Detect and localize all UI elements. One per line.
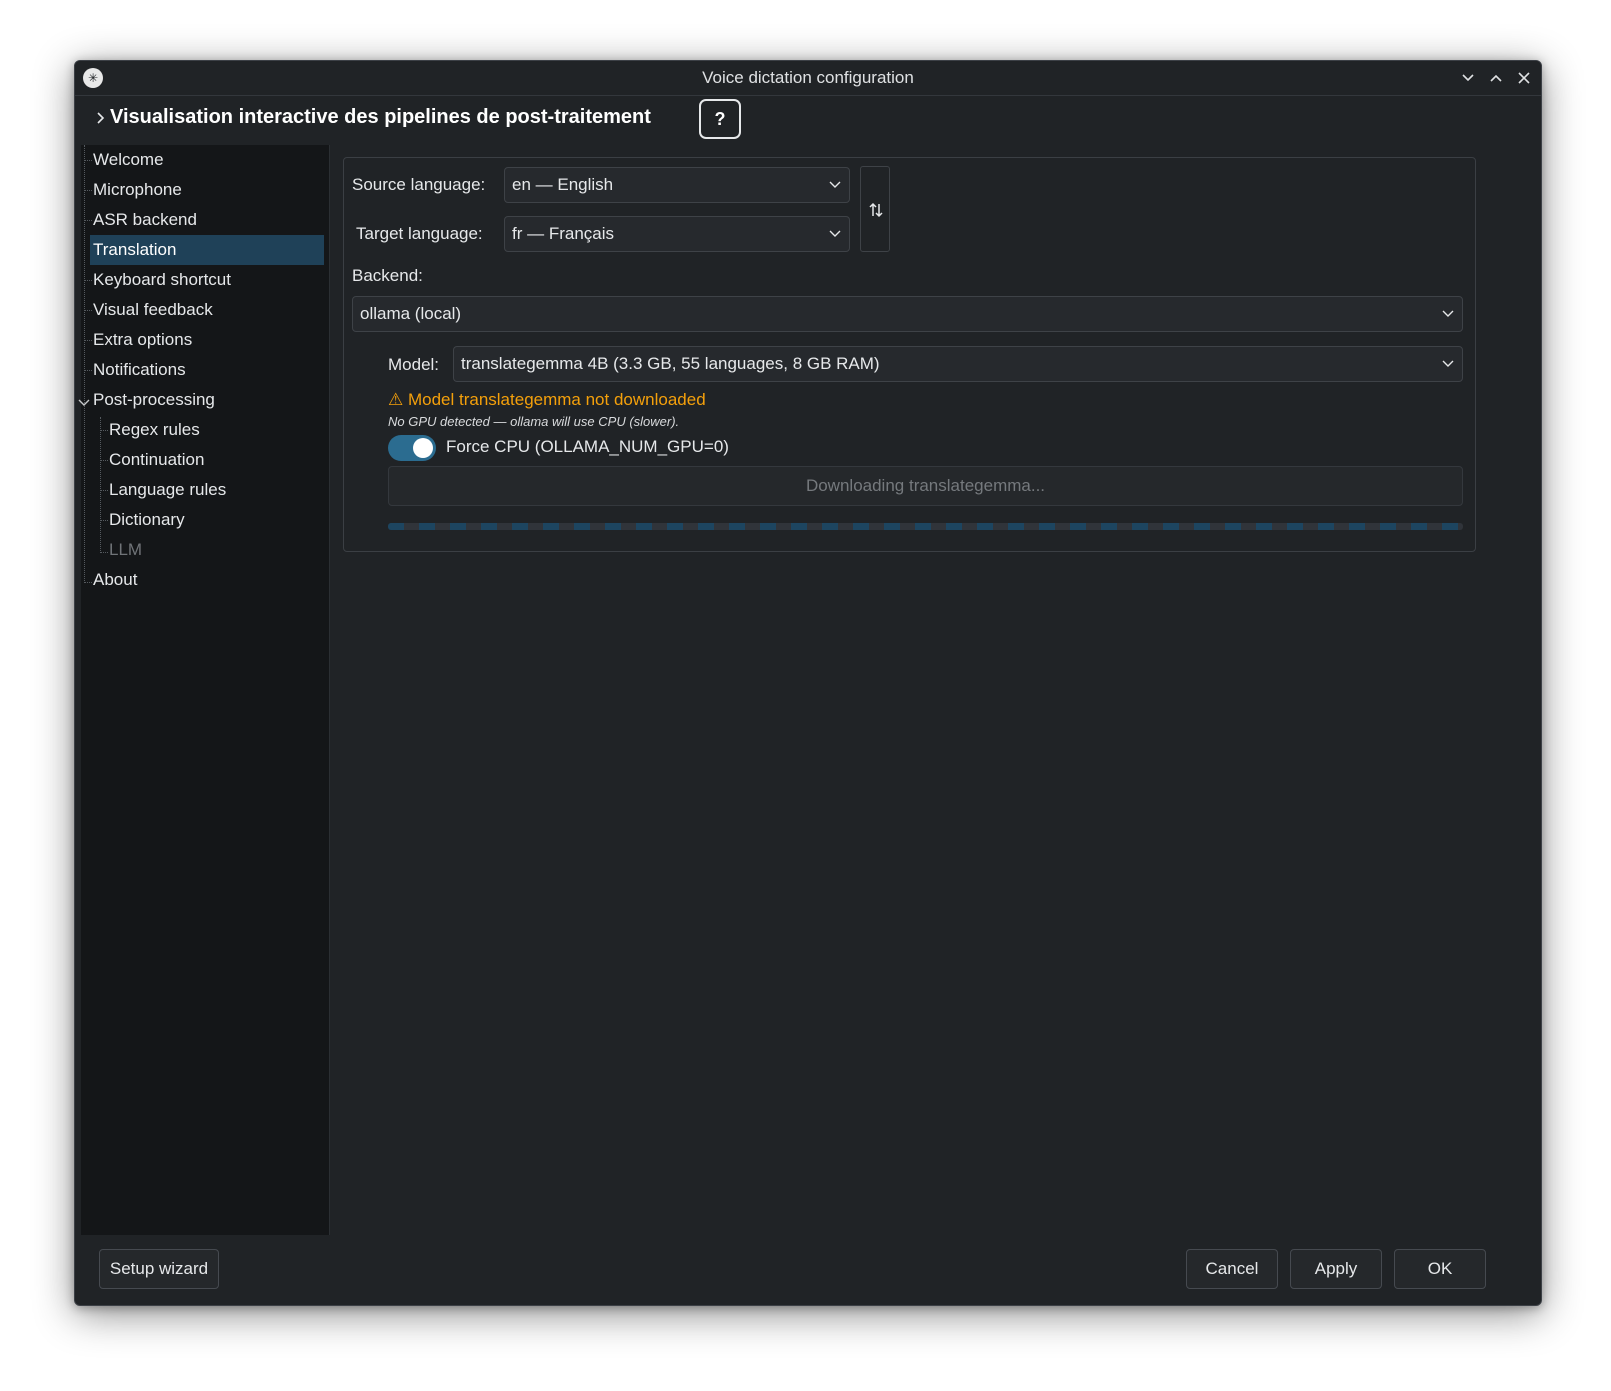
settings-sidebar: Welcome Microphone ASR backend Translati…: [78, 145, 330, 1235]
pipeline-banner: Visualisation interactive des pipelines …: [75, 95, 1541, 145]
sidebar-item-language-rules[interactable]: Language rules: [109, 475, 329, 505]
close-icon[interactable]: [1513, 67, 1535, 89]
window-title: Voice dictation configuration: [702, 68, 914, 87]
swap-languages-button[interactable]: [860, 166, 890, 252]
sidebar-item-notifications[interactable]: Notifications: [93, 355, 329, 385]
source-language-select[interactable]: en — English: [504, 167, 850, 203]
backend-value: ollama (local): [360, 304, 462, 323]
tree-tick: [84, 160, 92, 161]
chevron-down-icon: [829, 181, 841, 188]
chevron-right-icon[interactable]: [93, 109, 107, 127]
sidebar-item-regex-rules[interactable]: Regex rules: [109, 415, 329, 445]
tree-tick: [100, 460, 108, 461]
tree-tick: [84, 190, 92, 191]
tree-tick: [84, 280, 92, 281]
model-not-downloaded-warning: ⚠ Model translategemma not downloaded: [388, 390, 706, 409]
sidebar-item-llm: LLM: [109, 540, 143, 559]
tree-tick: [100, 552, 108, 553]
setup-wizard-button[interactable]: Setup wizard: [99, 1249, 219, 1289]
tree-line: [84, 145, 85, 583]
cancel-button[interactable]: Cancel: [1186, 1249, 1278, 1289]
target-language-select[interactable]: fr — Français: [504, 216, 850, 252]
sidebar-item-dictionary[interactable]: Dictionary: [109, 505, 329, 535]
sidebar-item-visual-feedback[interactable]: Visual feedback: [93, 295, 329, 325]
dialog-footer: Setup wizard Cancel Apply OK: [75, 1235, 1541, 1305]
title-bar[interactable]: ✳ Voice dictation configuration: [75, 61, 1541, 96]
force-cpu-label[interactable]: Force CPU (OLLAMA_NUM_GPU=0): [446, 437, 729, 457]
sidebar-item-translation[interactable]: Translation: [90, 235, 324, 265]
gpu-note: No GPU detected — ollama will use CPU (s…: [388, 414, 680, 429]
source-language-value: en — English: [512, 175, 614, 194]
tree-tick: [84, 340, 92, 341]
config-window: ✳ Voice dictation configuration Visualis…: [74, 60, 1542, 1306]
chevron-down-icon: [829, 230, 841, 237]
chevron-down-icon: [1442, 310, 1454, 317]
tree-tick: [100, 430, 108, 431]
download-model-button: Downloading translategemma...: [388, 466, 1463, 506]
apply-button[interactable]: Apply: [1290, 1249, 1382, 1289]
tree-line: [100, 417, 101, 553]
sidebar-item-continuation[interactable]: Continuation: [109, 445, 329, 475]
translation-group: Source language: en — English Target lan…: [343, 157, 1476, 552]
help-button[interactable]: ?: [699, 99, 741, 139]
minimize-icon[interactable]: [1457, 67, 1479, 89]
tree-tick: [84, 582, 92, 583]
tree-tick: [84, 310, 92, 311]
translation-page: Source language: en — English Target lan…: [331, 145, 1541, 1235]
tree-tick: [100, 520, 108, 521]
ok-button[interactable]: OK: [1394, 1249, 1486, 1289]
chevron-down-icon[interactable]: [77, 396, 91, 410]
backend-label: Backend:: [352, 266, 423, 285]
sidebar-item-about[interactable]: About: [93, 565, 329, 595]
sidebar-item-asr-backend[interactable]: ASR backend: [93, 205, 329, 235]
sidebar-item-keyboard-shortcut[interactable]: Keyboard shortcut: [93, 265, 329, 295]
sidebar-item-post-processing[interactable]: Post-processing: [93, 385, 329, 415]
sidebar-item-microphone[interactable]: Microphone: [93, 175, 329, 205]
swap-vertical-icon: [869, 202, 883, 218]
model-label: Model:: [388, 355, 440, 374]
source-language-label: Source language:: [352, 175, 486, 194]
maximize-icon[interactable]: [1485, 67, 1507, 89]
sidebar-item-extra-options[interactable]: Extra options: [93, 325, 329, 355]
tree-tick: [84, 220, 92, 221]
tree-tick: [100, 490, 108, 491]
toggle-knob: [413, 438, 433, 458]
target-language-value: fr — Français: [512, 224, 615, 243]
tree-tick: [84, 370, 92, 371]
backend-select[interactable]: ollama (local): [352, 296, 1463, 332]
model-select[interactable]: translategemma 4B (3.3 GB, 55 languages,…: [453, 346, 1463, 382]
chevron-down-icon: [1442, 360, 1454, 367]
download-progress-bar: [388, 523, 1463, 530]
target-language-label: Target language:: [356, 224, 483, 243]
model-value: translategemma 4B (3.3 GB, 55 languages,…: [461, 354, 880, 373]
force-cpu-toggle[interactable]: [388, 435, 436, 461]
banner-title[interactable]: Visualisation interactive des pipelines …: [110, 106, 651, 129]
sidebar-item-welcome[interactable]: Welcome: [93, 145, 329, 175]
